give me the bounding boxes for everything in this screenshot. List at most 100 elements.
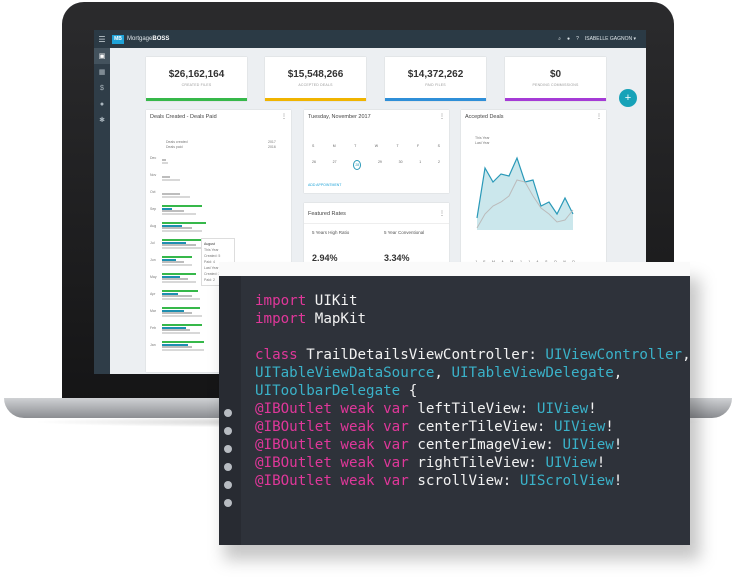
sidebar-user-icon[interactable]: ● bbox=[94, 96, 110, 112]
sidebar-dollar-icon[interactable]: $ bbox=[94, 80, 110, 96]
code-token: weak bbox=[340, 437, 384, 453]
code-token: TrailDetailsViewController: bbox=[306, 347, 546, 363]
calendar-day[interactable]: 28 bbox=[353, 160, 362, 170]
deal-bar[interactable] bbox=[162, 297, 200, 300]
stat-card[interactable]: $26,162,164 CREATED FILES bbox=[146, 57, 247, 101]
more-vert-icon[interactable]: ⋮ bbox=[439, 210, 445, 217]
more-vert-icon[interactable]: ⋮ bbox=[439, 113, 445, 120]
code-token: UIToolbarDelegate bbox=[255, 383, 401, 399]
brand-name: MortgageBOSS bbox=[127, 36, 169, 42]
help-icon[interactable]: ? bbox=[576, 36, 579, 42]
code-token: UITableViewDataSource bbox=[255, 365, 435, 381]
code-editor-panel: import UIKit import MapKit class TrailDe… bbox=[219, 262, 691, 545]
breakpoint-icon[interactable] bbox=[224, 499, 232, 507]
breakpoint-icon[interactable] bbox=[224, 463, 232, 471]
legend-created: Deals created bbox=[166, 140, 188, 144]
stat-accent-bar bbox=[146, 98, 247, 101]
deal-bar[interactable] bbox=[162, 280, 196, 283]
code-token: scrollView: bbox=[417, 473, 520, 489]
code-token: UIViewController bbox=[545, 347, 683, 363]
deal-bar[interactable] bbox=[162, 161, 168, 164]
deal-bar[interactable] bbox=[162, 212, 196, 215]
calendar-weekday: M bbox=[332, 144, 336, 148]
calendar-day[interactable]: 1 bbox=[419, 160, 421, 170]
accepted-line-chart bbox=[476, 156, 574, 230]
search-icon[interactable]: ⌕ bbox=[558, 36, 561, 42]
code-token: @IBOutlet bbox=[255, 455, 341, 471]
deal-bar[interactable] bbox=[162, 229, 202, 232]
breakpoint-icon[interactable] bbox=[224, 481, 232, 489]
stat-card[interactable]: $15,548,266 ACCEPTED DEALS bbox=[265, 57, 366, 101]
sidebar-dashboard-icon[interactable]: ▣ bbox=[94, 48, 110, 64]
code-token: ! bbox=[605, 419, 614, 435]
rate-label-1: 5 Years High Ratio bbox=[312, 230, 350, 235]
calendar-weekday: S bbox=[437, 144, 440, 148]
stat-value: $26,162,164 bbox=[168, 69, 225, 80]
deal-bar[interactable] bbox=[162, 263, 192, 266]
code-token: leftTileView: bbox=[417, 401, 537, 417]
code-token: , bbox=[434, 365, 452, 381]
legend-paid: Deals paid bbox=[166, 145, 183, 149]
code-token: import bbox=[255, 311, 315, 327]
code-token: , bbox=[682, 347, 691, 363]
stat-accent-bar bbox=[505, 98, 606, 101]
menu-icon[interactable]: ☰ bbox=[94, 35, 110, 44]
month-label: Jul bbox=[150, 241, 155, 245]
deal-bar[interactable] bbox=[162, 314, 202, 317]
brand-prefix: Mortgage bbox=[127, 36, 153, 42]
month-label: Jan bbox=[150, 343, 156, 347]
code-token: centerTileView: bbox=[417, 419, 554, 435]
breakpoint-icon[interactable] bbox=[224, 445, 232, 453]
breakpoint-icon[interactable] bbox=[224, 409, 232, 417]
stat-label: ACCEPTED DEALS bbox=[298, 83, 333, 87]
code-token: weak bbox=[340, 473, 384, 489]
code-token: { bbox=[400, 383, 418, 399]
stat-value: $15,548,266 bbox=[287, 69, 344, 80]
calendar-day[interactable]: 30 bbox=[399, 160, 403, 170]
more-vert-icon[interactable]: ⋮ bbox=[281, 113, 287, 120]
legend-year-a: 2017 bbox=[268, 140, 276, 144]
add-fab-button[interactable]: + bbox=[619, 89, 637, 107]
sidebar-grid-icon[interactable]: ▦ bbox=[94, 64, 110, 80]
deal-bar[interactable] bbox=[162, 331, 200, 334]
notification-bell-icon[interactable]: ● bbox=[567, 36, 570, 42]
sidebar-settings-icon[interactable]: ✱ bbox=[94, 112, 110, 128]
code-token: UIView bbox=[545, 455, 597, 471]
code-token: var bbox=[383, 419, 418, 435]
top-bar: ☰ MB MortgageBOSS ⌕ ● ? ISABELLE GAGNON … bbox=[94, 30, 646, 48]
code-token: import bbox=[255, 293, 315, 309]
month-label: Nov bbox=[150, 173, 157, 177]
stat-card[interactable]: $0 PENDING COMMISSIONS bbox=[505, 57, 606, 101]
calendar-day[interactable]: 29 bbox=[378, 160, 382, 170]
breakpoint-icon[interactable] bbox=[224, 427, 232, 435]
user-menu[interactable]: ISABELLE GAGNON ▾ bbox=[585, 36, 636, 42]
deal-bar[interactable] bbox=[162, 348, 204, 351]
deal-bar[interactable] bbox=[162, 246, 206, 249]
deals-card-title: Deals Created - Deals Paid bbox=[150, 114, 217, 120]
code-token: ! bbox=[588, 401, 597, 417]
stat-accent-bar bbox=[265, 98, 366, 101]
stat-card[interactable]: $14,372,262 PAID FILES bbox=[385, 57, 486, 101]
calendar-day[interactable]: 26 bbox=[312, 160, 316, 170]
deal-bar[interactable] bbox=[162, 178, 180, 181]
deal-bar[interactable] bbox=[162, 195, 190, 198]
code-token: ! bbox=[596, 455, 606, 471]
code-token: @IBOutlet bbox=[255, 437, 341, 453]
code-text: import UIKit import MapKit class TrailDe… bbox=[255, 292, 691, 490]
code-token: UIView bbox=[562, 437, 614, 453]
code-token: @IBOutlet bbox=[255, 419, 341, 435]
calendar-days: 26 27 28 29 30 1 2 bbox=[312, 160, 440, 170]
divider bbox=[304, 223, 449, 224]
code-token: UIKit bbox=[314, 293, 358, 309]
calendar-weekdays: SMTWTFS bbox=[312, 144, 440, 148]
month-label: Aug bbox=[150, 224, 157, 228]
calendar-day[interactable]: 2 bbox=[438, 160, 440, 170]
code-token: MapKit bbox=[314, 311, 367, 327]
calendar-day[interactable]: 27 bbox=[333, 160, 337, 170]
stat-value: $14,372,262 bbox=[407, 69, 464, 80]
stat-label: PENDING COMMISSIONS bbox=[532, 83, 579, 87]
code-token: weak bbox=[340, 419, 384, 435]
stat-label: PAID FILES bbox=[425, 83, 446, 87]
add-appointment-link[interactable]: ADD APPOINTMENT bbox=[308, 183, 341, 187]
calendar-weekday: S bbox=[312, 144, 315, 148]
